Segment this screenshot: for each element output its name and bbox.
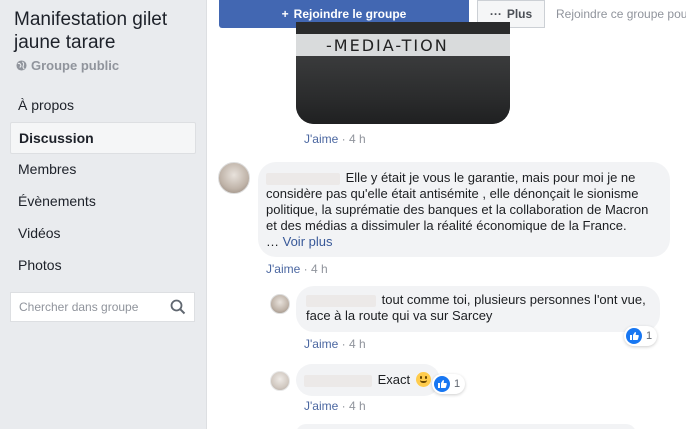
reaction-summary[interactable]: 1 [432,374,466,394]
avatar[interactable] [270,371,290,391]
globe-icon [16,60,27,71]
see-more-link[interactable]: Voir plus [283,234,333,249]
redacted-author[interactable] [266,172,340,185]
join-hint: Rejoindre ce groupe pou [556,7,686,21]
left-sidebar: Manifestation gilet jaune tarare Groupe … [0,0,207,429]
group-title[interactable]: Manifestation gilet jaune tarare [14,8,204,54]
redacted-author[interactable] [306,294,376,307]
search-icon[interactable] [170,299,186,315]
next-comment-stub [296,424,636,429]
reaction-count: 1 [454,378,461,390]
comment-text-line: considère pas qu'elle était antisémite ,… [266,186,639,201]
ellipsis-text: … [266,234,279,249]
meta-separator: · [341,399,346,413]
group-nav: À propos Discussion Membres Évènements V… [10,90,196,282]
reply-bubble: tout comme toi, plusieurs personnes l'on… [296,286,660,332]
nav-item-members[interactable]: Membres [10,154,196,186]
comment-text-line: tout comme toi, plusieurs personnes l'on… [381,292,646,307]
comment-bubble: Elle y était je vous le garantie, mais p… [258,162,670,257]
join-group-label: Rejoindre le groupe [293,7,407,21]
comment-text-line: face à la route qui va sur Sarcey [306,308,493,323]
comment-text-line: Elle y était je vous le garantie, mais p… [345,170,636,185]
reaction-count: 1 [646,330,653,342]
like-reaction-icon [626,328,642,344]
more-label: Plus [506,7,533,21]
nav-item-events[interactable]: Évènements [10,186,196,218]
like-link[interactable]: J'aime [304,337,338,351]
avatar[interactable] [270,294,290,314]
comment-meta: J'aime · 4 h [304,337,366,351]
comment-meta: J'aime · 4 h [266,262,328,276]
meta-separator: · [341,132,346,146]
nav-item-discussion[interactable]: Discussion [10,122,196,154]
group-search-input[interactable] [19,300,169,314]
like-link[interactable]: J'aime [266,262,300,276]
reply-bubble: Exact [296,364,440,396]
photo-banner-text: -MEDIA-TION [326,36,449,55]
plus-icon: + [281,7,289,21]
avatar[interactable] [218,162,250,194]
like-link[interactable]: J'aime [304,132,338,146]
like-reaction-icon [434,376,450,392]
comment-time[interactable]: 4 h [349,399,366,413]
comment-text-line: et des médias a dissimuler la réalité éc… [266,218,627,233]
nav-item-about[interactable]: À propos [10,90,196,122]
reaction-summary[interactable]: 1 [624,326,658,346]
nav-item-photos[interactable]: Photos [10,250,196,282]
group-privacy: Groupe public [16,58,119,73]
comment-time[interactable]: 4 h [349,132,366,146]
meta-separator: · [341,337,346,351]
like-link[interactable]: J'aime [304,399,338,413]
comment-time[interactable]: 4 h [349,337,366,351]
photo-car [296,56,510,124]
comment-meta: J'aime · 4 h [304,399,366,413]
comment-photo[interactable]: -MEDIA-TION [296,22,510,124]
comment-text: Exact [377,372,411,387]
redacted-author[interactable] [304,374,372,387]
smile-emoji-icon [415,372,431,387]
comment-time[interactable]: 4 h [311,262,328,276]
nav-item-videos[interactable]: Vidéos [10,218,196,250]
comment-text-line: politique, la suprématie des banques et … [266,202,649,217]
meta-separator: · [303,262,308,276]
group-search-box [10,292,195,322]
group-privacy-label: Groupe public [31,58,120,73]
ellipsis-icon: ··· [489,7,502,21]
comment-meta: J'aime · 4 h [304,132,366,146]
